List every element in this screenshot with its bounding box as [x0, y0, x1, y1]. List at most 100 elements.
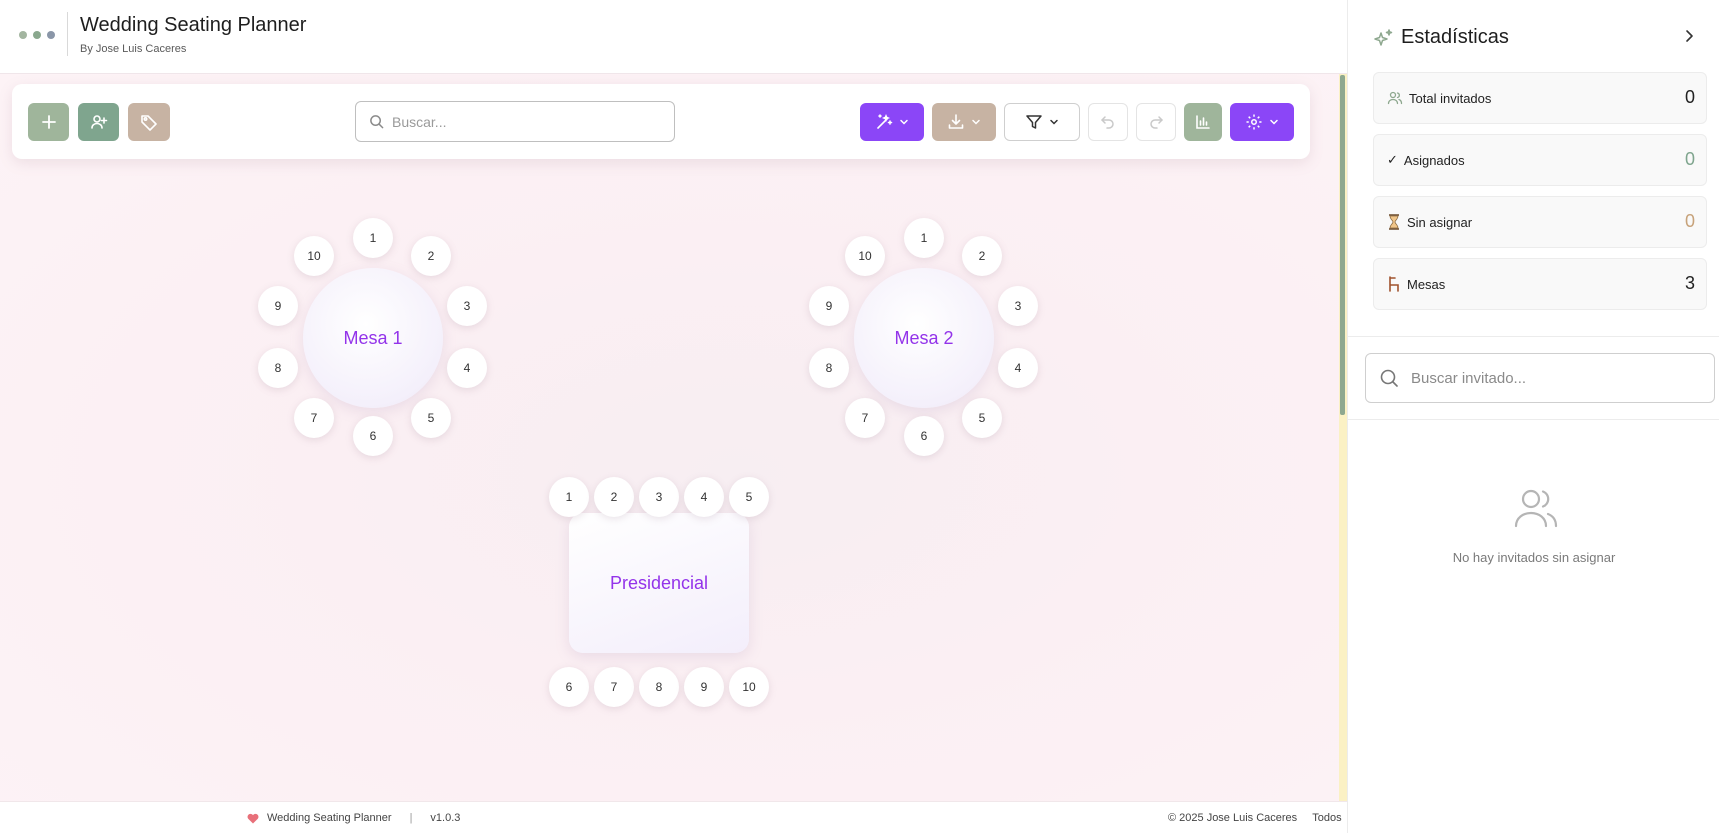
undo-icon: [1101, 116, 1114, 129]
seat[interactable]: 4: [684, 477, 724, 517]
seat-number: 1: [565, 490, 573, 504]
seat-number: 5: [427, 411, 435, 425]
seat[interactable]: 10: [294, 236, 334, 276]
seat[interactable]: 7: [294, 398, 334, 438]
seat[interactable]: 7: [594, 667, 634, 707]
chevron-down-icon: [900, 119, 908, 125]
seat[interactable]: 2: [411, 236, 451, 276]
stat-asignados: ✓ Asignados 0: [1373, 134, 1707, 186]
seat-number: 6: [565, 680, 573, 694]
seat-number: 8: [655, 680, 663, 694]
stat-label-text: Sin asignar: [1407, 214, 1473, 230]
panel-divider: [1348, 419, 1719, 420]
tag-icon: [141, 115, 157, 131]
table-presidencial[interactable]: Presidencial: [569, 513, 749, 653]
check-icon: ✓: [1387, 152, 1398, 167]
seat-number: 8: [274, 361, 282, 375]
seat[interactable]: 1: [549, 477, 589, 517]
chevron-right-icon[interactable]: [1682, 28, 1696, 44]
seat-number: 1: [369, 231, 377, 245]
seat[interactable]: 5: [411, 398, 451, 438]
seat-number: 6: [369, 429, 377, 443]
seat-number: 9: [825, 299, 833, 313]
seat-number: 5: [978, 411, 986, 425]
seat[interactable]: 10: [845, 236, 885, 276]
stat-label-text: Asignados: [1403, 152, 1465, 168]
seat-number: 3: [1014, 299, 1022, 313]
export-button[interactable]: [932, 103, 996, 141]
auto-assign-button[interactable]: [860, 103, 924, 141]
seat-number: 9: [700, 680, 708, 694]
stat-label-text: Mesas: [1407, 276, 1446, 292]
seat[interactable]: 6: [353, 416, 393, 456]
table-mesa-2[interactable]: Mesa 2: [854, 268, 994, 408]
seat[interactable]: 6: [904, 416, 944, 456]
seat[interactable]: 10: [729, 667, 769, 707]
app-header: Wedding Seating Planner By Jose Luis Cac…: [0, 0, 1347, 74]
seat-number: 5: [745, 490, 753, 504]
seat[interactable]: 3: [998, 286, 1038, 326]
stats-button[interactable]: [1184, 103, 1222, 141]
download-icon: [948, 114, 964, 129]
heart-icon: [247, 813, 259, 823]
add-table-button[interactable]: [28, 103, 69, 141]
filter-button[interactable]: [1004, 103, 1080, 141]
seat-number: 10: [742, 680, 756, 694]
seat[interactable]: 3: [639, 477, 679, 517]
seat[interactable]: 5: [962, 398, 1002, 438]
seat-number: 4: [1014, 361, 1022, 375]
table-label: Mesa 1: [343, 327, 403, 348]
redo-icon: [1150, 116, 1163, 129]
seat-number: 1: [920, 231, 928, 245]
footer-copyright: © 2025 Jose Luis Caceres: [1168, 812, 1298, 824]
stat-value: 0: [1684, 211, 1695, 231]
stat-mesas: Mesas 3: [1373, 258, 1707, 310]
stat-label: Mesas: [1387, 276, 1445, 292]
seat[interactable]: 9: [684, 667, 724, 707]
seat[interactable]: 2: [962, 236, 1002, 276]
table-mesa-1[interactable]: Mesa 1: [303, 268, 443, 408]
redo-button[interactable]: [1136, 103, 1176, 141]
seat[interactable]: 8: [809, 348, 849, 388]
search-input[interactable]: [392, 113, 652, 130]
seat[interactable]: 1: [904, 218, 944, 258]
stat-label-text: Total invitados: [1409, 90, 1492, 106]
seat[interactable]: 6: [549, 667, 589, 707]
seat[interactable]: 4: [998, 348, 1038, 388]
toolbar-search[interactable]: [355, 101, 675, 142]
guest-search-input[interactable]: [1411, 369, 1701, 387]
window-dots: [19, 31, 55, 39]
seat[interactable]: 8: [258, 348, 298, 388]
user-plus-icon: [90, 115, 107, 129]
seat[interactable]: 8: [639, 667, 679, 707]
stat-label: Total invitados: [1387, 90, 1491, 106]
canvas-scrollbar-thumb[interactable]: [1340, 75, 1345, 415]
settings-button[interactable]: [1230, 103, 1294, 141]
seat-number: 4: [700, 490, 708, 504]
dot-1: [19, 31, 27, 39]
tags-button[interactable]: [128, 103, 170, 141]
seating-canvas[interactable]: Mesa 1 1 2 3 4 5 6 7 8 9 10 Mesa 2 1 2 3…: [0, 74, 1339, 801]
seat[interactable]: 5: [729, 477, 769, 517]
undo-button[interactable]: [1088, 103, 1128, 141]
table-label: Mesa 2: [894, 327, 954, 348]
seat[interactable]: 9: [809, 286, 849, 326]
stat-value: 0: [1684, 87, 1695, 107]
seat[interactable]: 1: [353, 218, 393, 258]
seat[interactable]: 7: [845, 398, 885, 438]
chevron-down-icon: [1050, 119, 1058, 125]
stat-sin-asignar: Sin asignar 0: [1373, 196, 1707, 248]
guest-search[interactable]: [1365, 353, 1715, 403]
seat[interactable]: 4: [447, 348, 487, 388]
seat-number: 3: [463, 299, 471, 313]
footer-app-name: Wedding Seating Planner: [267, 812, 392, 824]
seat-number: 10: [307, 249, 321, 263]
seat-number: 6: [920, 429, 928, 443]
chevron-down-icon: [972, 119, 980, 125]
hourglass-icon: [1389, 214, 1399, 230]
seat[interactable]: 9: [258, 286, 298, 326]
seat[interactable]: 2: [594, 477, 634, 517]
add-guest-button[interactable]: [78, 103, 119, 141]
seat[interactable]: 3: [447, 286, 487, 326]
seat-number: 7: [861, 411, 869, 425]
